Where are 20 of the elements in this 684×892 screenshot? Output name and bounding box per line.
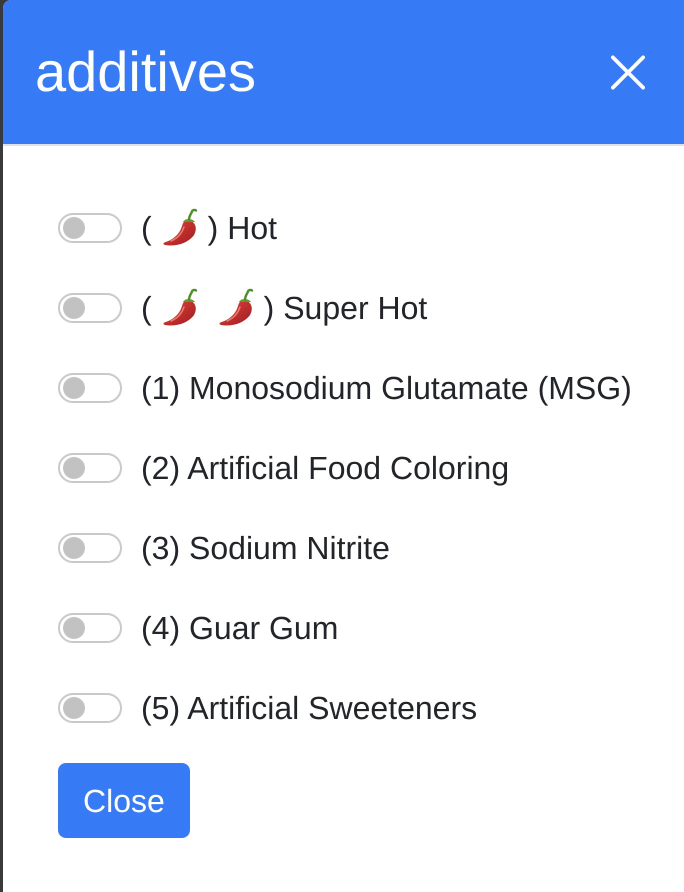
option-label: (4) Guar Gum xyxy=(141,608,338,648)
toggle-switch[interactable] xyxy=(58,453,122,483)
toggle-switch[interactable] xyxy=(58,693,122,723)
modal-title: additives xyxy=(35,39,256,106)
header-close-button[interactable] xyxy=(611,54,645,90)
option-label: ( xyxy=(141,288,152,328)
option-label: (2) Artificial Food Coloring xyxy=(141,448,510,488)
toggle-switch[interactable] xyxy=(58,293,122,323)
toggle-switch[interactable] xyxy=(58,533,122,563)
close-button[interactable]: Close xyxy=(58,763,190,838)
option-label: (5) Artificial Sweeteners xyxy=(141,688,478,728)
toggle-switch[interactable] xyxy=(58,613,122,643)
option-label: (1) Monosodium Glutamate (MSG) xyxy=(141,368,632,408)
toggle-switch[interactable] xyxy=(58,373,122,403)
option-label: (3) Sodium Nitrite xyxy=(141,528,390,568)
option-label: ) Super Hot xyxy=(264,288,428,328)
toggle-switch[interactable] xyxy=(58,213,122,243)
option-label: ( xyxy=(141,208,152,248)
option-label: ) Hot xyxy=(208,208,277,248)
close-icon xyxy=(611,54,645,90)
